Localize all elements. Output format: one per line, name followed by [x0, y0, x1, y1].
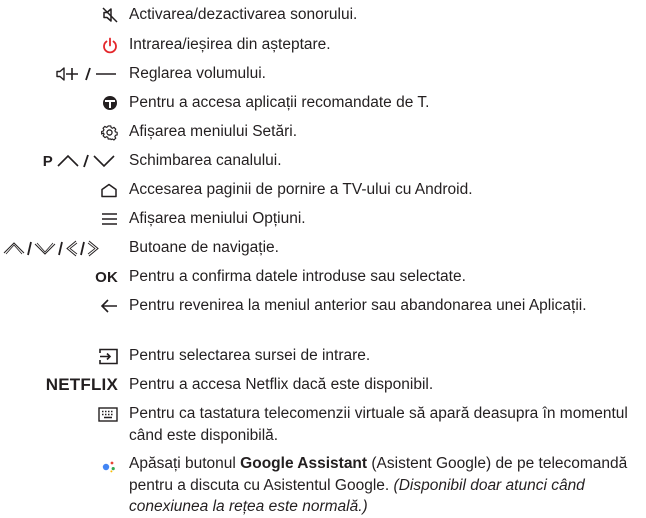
ok-label: OK [95, 266, 118, 288]
ga-text-pre: Apăsați butonul [129, 455, 241, 472]
item-text: Pentru selectarea sursei de intrare. [129, 347, 371, 364]
item-text: Accesarea paginii de pornire a TV-ului c… [129, 181, 473, 198]
item-text: Pentru ca tastatura telecomenzii virtual… [129, 405, 628, 444]
options-menu-icon [101, 208, 118, 230]
virtual-keyboard-icon [98, 403, 118, 425]
ga-text-bold: Google Assistant [240, 455, 368, 472]
item-text: Intrarea/ieșirea din așteptare. [129, 36, 331, 53]
channel-p-label: P [42, 152, 53, 170]
netflix-label-text: NETFLIX [45, 375, 118, 394]
item-text: Pentru a confirma datele introduse sau s… [129, 268, 466, 285]
google-assistant-text: Apăsați butonul Google Assistant (Asiste… [129, 453, 644, 518]
navigation-arrows-icon [3, 237, 116, 259]
recommended-apps-icon [102, 92, 118, 114]
item-text: Afișarea meniului Opțiuni. [129, 210, 306, 227]
item-text: Schimbarea canalului. [129, 152, 282, 169]
input-source-icon [99, 345, 118, 367]
channel-up-down-icon: P [43, 150, 118, 172]
item-text: Pentru a accesa aplicații recomandate de… [129, 94, 430, 111]
item-text: Reglarea volumului. [129, 65, 266, 82]
item-text: Pentru revenirea la meniul anterior sau … [129, 297, 587, 314]
google-assistant-icon [102, 455, 118, 477]
power-icon [102, 34, 118, 56]
item-text: Butoane de navigație. [129, 239, 279, 256]
volume-plus-minus-icon [56, 63, 118, 85]
mute-icon [102, 4, 118, 26]
back-arrow-icon [100, 295, 118, 317]
settings-gear-icon [101, 121, 118, 143]
item-text: Pentru a accesa Netflix dacă este dispon… [129, 376, 434, 393]
netflix-label: NETFLIX [46, 374, 118, 396]
item-text: Activarea/dezactivarea sonorului. [129, 6, 358, 23]
ok-label-text: OK [95, 268, 118, 286]
item-text: Afișarea meniului Setări. [129, 123, 297, 140]
home-icon [100, 179, 118, 201]
